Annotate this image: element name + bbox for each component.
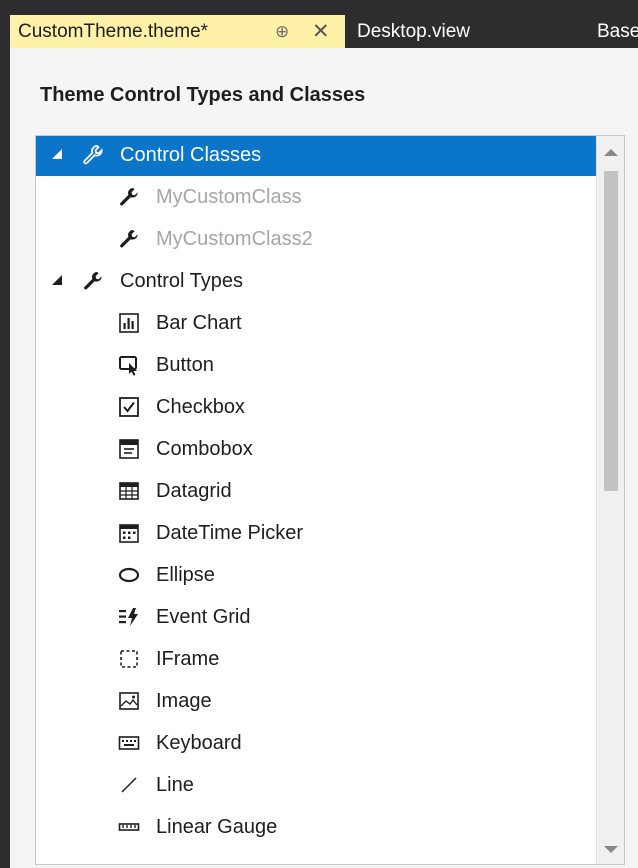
theme-tree-view[interactable]: Control Classes MyCustomClass MyCustomCl… xyxy=(35,135,625,865)
expanded-triangle-icon[interactable] xyxy=(52,275,62,285)
tree-node-label: Linear Gauge xyxy=(156,816,278,838)
tree-node-mycustomclass2[interactable]: MyCustomClass2 xyxy=(36,220,596,260)
tab-custom-theme[interactable]: CustomTheme.theme* ⊕ ✕ xyxy=(10,15,345,48)
wrench-icon xyxy=(120,188,138,206)
ellipse-icon xyxy=(118,567,140,583)
wrench-icon xyxy=(120,230,138,248)
button-icon xyxy=(119,356,137,376)
image-icon xyxy=(119,692,139,710)
tree-node-label: MyCustomClass2 xyxy=(156,228,313,250)
tree-node-event-grid[interactable]: Event Grid xyxy=(36,598,596,638)
tab-title: CustomTheme.theme* xyxy=(18,21,209,42)
document-tab-bar: CustomTheme.theme* ⊕ ✕ Desktop.view Base xyxy=(0,0,638,48)
close-icon[interactable]: ✕ xyxy=(312,15,330,48)
tree-node-label: Image xyxy=(156,690,212,712)
event-grid-icon xyxy=(119,608,138,626)
tree-node-datetime-picker[interactable]: DateTime Picker xyxy=(36,514,596,554)
tab-desktop-view[interactable]: Desktop.view xyxy=(347,15,587,48)
tree-node-control-types[interactable]: Control Types xyxy=(36,262,596,302)
iframe-icon xyxy=(120,650,138,668)
tree-node-label: Keyboard xyxy=(156,732,242,754)
tree-node-line[interactable]: Line xyxy=(36,766,596,806)
tree-node-linear-gauge[interactable]: Linear Gauge xyxy=(36,808,596,848)
wrench-icon xyxy=(84,272,102,290)
tab-base[interactable]: Base xyxy=(587,15,638,48)
datagrid-icon xyxy=(119,482,139,500)
tab-title: Desktop.view xyxy=(357,21,470,42)
tree-node-iframe[interactable]: IFrame xyxy=(36,640,596,680)
wrench-icon xyxy=(83,145,103,165)
keyboard-icon xyxy=(118,736,140,750)
checkbox-icon xyxy=(119,397,139,417)
tree-node-mycustomclass[interactable]: MyCustomClass xyxy=(36,178,596,218)
tree-node-label: Bar Chart xyxy=(156,312,242,334)
tree-node-ellipse[interactable]: Ellipse xyxy=(36,556,596,596)
scrollbar-thumb[interactable] xyxy=(604,171,618,491)
tree-node-label: Event Grid xyxy=(156,606,251,628)
scroll-down-icon[interactable] xyxy=(604,846,618,853)
tree-node-label: IFrame xyxy=(156,648,220,670)
panel-heading: Theme Control Types and Classes xyxy=(40,84,366,106)
tree-node-button[interactable]: Button xyxy=(36,346,596,386)
linear-gauge-icon xyxy=(118,823,140,831)
tree-node-label: Checkbox xyxy=(156,396,245,418)
tab-title: Base xyxy=(597,21,638,42)
tree-node-label: Line xyxy=(156,774,194,796)
tree-node-label: Control Types xyxy=(120,270,244,292)
tree-node-datagrid[interactable]: Datagrid xyxy=(36,472,596,512)
tree-node-label: Button xyxy=(156,354,214,376)
tree-node-checkbox[interactable]: Checkbox xyxy=(36,388,596,428)
tree-node-label: Control Classes xyxy=(120,144,262,166)
tree-node-label: MyCustomClass xyxy=(156,186,302,208)
tree-node-label: Ellipse xyxy=(156,564,215,586)
tree-node-label: Combobox xyxy=(156,438,253,460)
pin-icon[interactable]: ⊕ xyxy=(275,15,289,48)
bar-chart-icon xyxy=(119,313,139,333)
tree-node-label: DateTime Picker xyxy=(156,522,304,544)
tree-node-label: Datagrid xyxy=(156,480,232,502)
calendar-icon xyxy=(119,524,139,543)
expanded-triangle-icon[interactable] xyxy=(52,149,62,159)
combobox-icon xyxy=(119,439,139,459)
tree-node-combobox[interactable]: Combobox xyxy=(36,430,596,470)
tree-node-keyboard[interactable]: Keyboard xyxy=(36,724,596,764)
tree-node-control-classes[interactable]: Control Classes xyxy=(36,136,596,176)
tree-node-bar-chart[interactable]: Bar Chart xyxy=(36,304,596,344)
scroll-up-icon[interactable] xyxy=(604,149,618,156)
vertical-scrollbar[interactable] xyxy=(596,136,624,864)
line-icon xyxy=(121,777,137,793)
tree-node-image[interactable]: Image xyxy=(36,682,596,722)
theme-editor-panel: Theme Control Types and Classes Control … xyxy=(10,48,638,868)
